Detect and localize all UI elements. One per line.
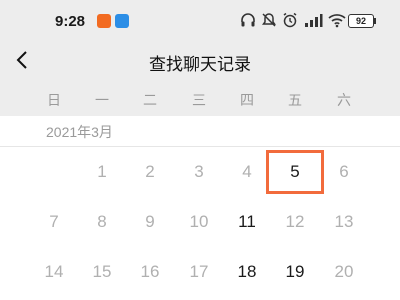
weekday-thursday: 四	[240, 92, 254, 108]
mute-icon	[262, 13, 276, 27]
calendar-day[interactable]: 8	[82, 202, 122, 242]
page-title: 查找聊天记录	[149, 55, 251, 74]
calendar-day[interactable]: 13	[324, 202, 364, 242]
battery-tip	[374, 18, 376, 24]
status-time: 9:28	[55, 13, 86, 30]
calendar-day[interactable]: 7	[34, 202, 74, 242]
weekday-wednesday: 三	[192, 92, 206, 108]
calendar-day[interactable]: 3	[179, 152, 219, 192]
calendar-day[interactable]: 4	[227, 152, 267, 192]
calendar-day[interactable]: 9	[130, 202, 170, 242]
calendar-day[interactable]: 17	[179, 252, 219, 292]
weekday-friday: 五	[288, 92, 302, 108]
signal-icon	[305, 14, 323, 27]
battery-icon: 92	[348, 14, 374, 28]
calendar-day[interactable]: 20	[324, 252, 364, 292]
calendar-day[interactable]: 15	[82, 252, 122, 292]
weekday-saturday: 六	[337, 92, 351, 108]
calendar-day[interactable]: 1	[82, 152, 122, 192]
headphones-icon	[241, 13, 255, 27]
wifi-icon	[328, 14, 346, 28]
status-icons	[240, 11, 351, 29]
app-notification-icon	[97, 14, 111, 28]
calendar-day-with-records[interactable]: 18	[227, 252, 267, 292]
weekday-header: 日 一 二 三 四 五 六	[0, 80, 400, 116]
calendar-day[interactable]: 14	[34, 252, 74, 292]
status-bar: 9:28 92	[0, 0, 400, 40]
title-bar: 查找聊天记录	[0, 40, 400, 80]
calendar-day[interactable]: 2	[130, 152, 170, 192]
calendar-day[interactable]: 10	[179, 202, 219, 242]
calendar-day-with-records[interactable]: 11	[227, 202, 267, 242]
calendar-day-selected[interactable]: 5	[266, 150, 324, 194]
calendar-day[interactable]: 12	[275, 202, 315, 242]
month-label: 2021年3月	[46, 124, 113, 140]
calendar-day[interactable]: 16	[130, 252, 170, 292]
alarm-icon	[283, 12, 297, 28]
weekday-monday: 一	[95, 92, 109, 108]
app-notification-icon-2	[115, 14, 129, 28]
weekday-tuesday: 二	[143, 92, 157, 108]
month-divider	[0, 146, 400, 147]
weekday-sunday: 日	[47, 92, 61, 108]
calendar-day[interactable]: 6	[324, 152, 364, 192]
calendar-day-with-records[interactable]: 19	[275, 252, 315, 292]
battery-level: 92	[355, 16, 366, 26]
